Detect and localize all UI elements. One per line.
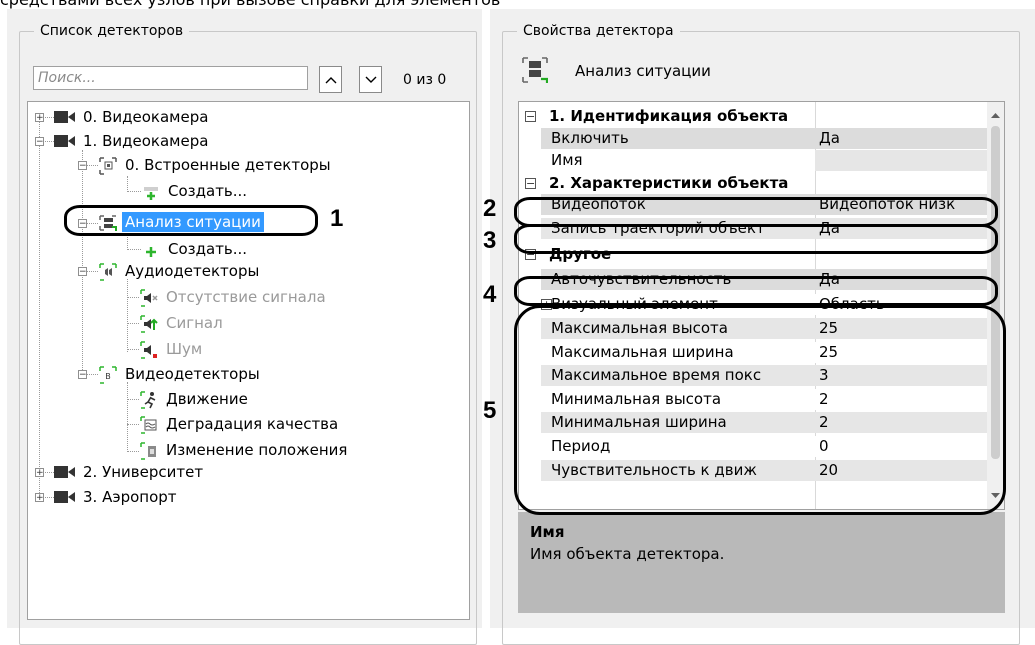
callout-number-5: 5 <box>483 397 497 424</box>
scroll-up-icon[interactable] <box>987 106 1004 126</box>
callout-number-4: 4 <box>483 281 497 308</box>
callout-number-2: 2 <box>483 195 497 222</box>
speaker-up-icon <box>139 314 159 333</box>
callout-ellipse-3 <box>514 224 998 254</box>
tree-node-university[interactable]: 2. Университет <box>54 461 206 483</box>
collapse-toggle[interactable]: − <box>78 370 87 380</box>
expand-toggle[interactable]: + <box>35 113 44 123</box>
image-quality-icon <box>139 415 159 434</box>
callout-box-5 <box>514 305 1006 515</box>
speaker-mute-icon <box>139 288 159 307</box>
callout-ellipse-1 <box>64 205 318 236</box>
svg-text:B: B <box>105 372 111 381</box>
tree-node-create-builtin[interactable]: Создать... <box>141 180 250 202</box>
category-identification[interactable]: − 1. Идентификация объекта <box>519 106 989 127</box>
chevron-up-icon <box>325 76 336 83</box>
position-change-icon <box>139 441 159 460</box>
chevron-down-icon <box>365 76 376 83</box>
collapse-toggle[interactable]: − <box>78 161 87 171</box>
tree-node-audio-detectors[interactable]: Аудиодетекторы <box>98 260 262 282</box>
tree-node-airport[interactable]: 3. Аэропорт <box>54 486 180 508</box>
property-description: Имя Имя объекта детектора. <box>518 512 1005 613</box>
callout-number-1: 1 <box>330 205 344 232</box>
collapse-toggle[interactable]: − <box>525 111 536 122</box>
tree-node-builtin-detectors[interactable]: 0. Встроенные детекторы <box>98 154 334 176</box>
video-group-icon: B <box>98 365 118 384</box>
callout-ellipse-4 <box>514 276 998 306</box>
tree-node-signal[interactable]: Сигнал <box>139 312 226 334</box>
camera-icon <box>54 134 76 148</box>
camera-icon <box>54 465 76 479</box>
audio-group-icon <box>98 262 118 281</box>
property-row-name[interactable]: Имя <box>519 150 989 171</box>
tree-node-create-situation[interactable]: Создать... <box>141 238 250 260</box>
camera-icon <box>54 110 76 124</box>
add-icon <box>141 240 161 258</box>
tree-node-camera-1[interactable]: 1. Видеокамера <box>54 130 211 152</box>
next-result-button[interactable] <box>359 66 382 93</box>
detector-list-title: Список детекторов <box>34 22 190 40</box>
running-person-icon <box>139 390 159 409</box>
detector-group-icon <box>98 156 118 175</box>
tree-node-position-change[interactable]: Изменение положения <box>139 439 350 461</box>
situation-analysis-icon <box>522 55 549 85</box>
search-counter: 0 из 0 <box>403 72 447 88</box>
property-row-enable[interactable]: Включить Да <box>519 128 989 149</box>
category-characteristics[interactable]: − 2. Характеристики объекта <box>519 173 989 194</box>
add-icon <box>141 182 161 200</box>
tree-node-noise[interactable]: Шум <box>139 338 205 360</box>
collapse-toggle[interactable]: − <box>35 137 44 147</box>
callout-number-3: 3 <box>483 227 497 254</box>
collapse-toggle[interactable]: − <box>78 267 87 277</box>
tree-node-degradation[interactable]: Деградация качества <box>139 413 341 435</box>
callout-ellipse-2 <box>514 197 998 227</box>
search-field[interactable] <box>33 66 308 90</box>
detector-properties-title: Свойства детектора <box>517 22 680 40</box>
detector-tree[interactable]: + − − − − − + + 0. Видеокамера 1. Видеок… <box>27 101 470 620</box>
search-input[interactable] <box>34 67 307 89</box>
description-title: Имя <box>530 523 565 541</box>
prev-result-button[interactable] <box>319 66 342 93</box>
detector-name: Анализ ситуации <box>575 62 711 80</box>
description-text: Имя объекта детектора. <box>530 545 725 563</box>
tree-node-camera-0[interactable]: 0. Видеокамера <box>54 106 211 128</box>
tree-node-video-detectors[interactable]: B Видеодетекторы <box>98 363 263 385</box>
tree-node-motion[interactable]: Движение <box>139 388 251 410</box>
expand-toggle[interactable]: + <box>35 493 44 503</box>
camera-icon <box>54 490 76 504</box>
tree-node-no-signal[interactable]: Отсутствие сигнала <box>139 286 329 308</box>
speaker-noise-icon <box>139 340 159 359</box>
expand-toggle[interactable]: + <box>35 468 44 478</box>
collapse-toggle[interactable]: − <box>525 178 536 189</box>
